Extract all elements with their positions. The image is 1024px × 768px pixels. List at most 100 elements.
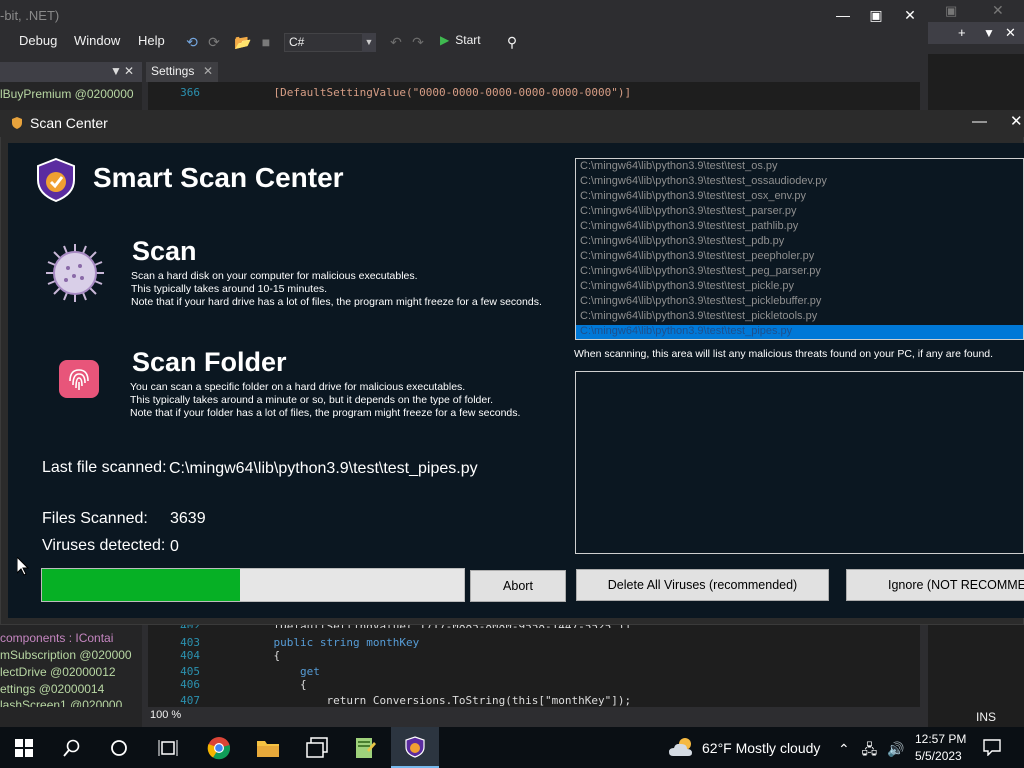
ide-titlebar [0, 0, 928, 30]
virus-icon[interactable] [44, 242, 106, 304]
file-explorer-icon[interactable] [256, 737, 280, 759]
system-tray[interactable]: ⌃ 🖧 🔊 [838, 739, 905, 763]
tree-item[interactable]: ettings @02000014 [0, 682, 104, 696]
search-icon[interactable] [63, 739, 81, 757]
code-line: get [247, 665, 320, 678]
last-file-value: C:\mingw64\lib\python3.9\test\test_pipes… [169, 460, 478, 477]
threat-list-note: When scanning, this area will list any m… [574, 348, 994, 360]
chevron-down-icon[interactable]: ▼ [362, 33, 376, 52]
task-view-icon[interactable] [158, 739, 178, 757]
ignore-button[interactable]: Ignore (NOT RECOMMENDED) [846, 569, 1024, 601]
app-windows-icon[interactable] [305, 737, 329, 759]
maximize-icon[interactable]: ▣ [861, 4, 891, 26]
notification-icon[interactable] [983, 738, 1001, 756]
scan-heading[interactable]: Scan [132, 236, 197, 267]
clock-time[interactable]: 12:57 PM [915, 732, 966, 746]
line-number: 403 [180, 636, 200, 649]
shield-check-icon [37, 158, 75, 202]
menu-help[interactable]: Help [138, 33, 165, 48]
minimize-icon[interactable]: — [972, 113, 987, 130]
navigate-forward-icon[interactable]: ⟳ [205, 34, 223, 51]
viruses-value: 0 [170, 538, 179, 555]
weather-cloudy-icon[interactable] [668, 736, 696, 758]
navigate-back-icon[interactable]: ⟲ [183, 34, 201, 51]
weather-text[interactable]: 62°F Mostly cloudy [702, 740, 820, 756]
dropdown-icon[interactable]: ▼ [983, 26, 995, 40]
tree-item[interactable]: lectDrive @02000012 [0, 665, 116, 679]
file-list-item[interactable]: C:\mingw64\lib\python3.9\test\test_pathl… [580, 220, 798, 232]
viruses-label: Viruses detected: [42, 537, 166, 554]
explorer-header: ▼ ✕ [0, 62, 142, 82]
folder-description: Note that if your folder has a lot of fi… [130, 407, 521, 419]
file-list-item[interactable]: C:\mingw64\lib\python3.9\test\test_pdb.p… [580, 235, 784, 247]
scan-description: Scan a hard disk on your computer for ma… [131, 270, 418, 282]
dropdown-icon[interactable]: ▼ [110, 64, 122, 78]
delete-all-viruses-button[interactable]: Delete All Viruses (recommended) [576, 569, 829, 601]
close-tab-icon[interactable]: ✕ [203, 64, 213, 78]
close-icon[interactable]: ✕ [895, 4, 925, 26]
file-list-item[interactable]: C:\mingw64\lib\python3.9\test\test_pickl… [580, 280, 794, 292]
progress-fill [42, 569, 241, 601]
chrome-icon[interactable] [207, 736, 231, 760]
scan-description: This typically takes around 10-15 minute… [131, 283, 328, 295]
file-list-item[interactable]: C:\mingw64\lib\python3.9\test\test_ossau… [580, 175, 827, 187]
scan-description: Note that if your hard drive has a lot o… [131, 296, 542, 308]
abort-button[interactable]: Abort [470, 570, 566, 602]
redo-icon[interactable]: ↷ [409, 34, 427, 51]
shield-icon [12, 117, 22, 129]
open-folder-icon[interactable]: 📂 [234, 34, 252, 51]
window-title: Scan Center [30, 115, 108, 131]
tree-item[interactable]: lBuyPremium @0200000 [0, 87, 134, 101]
file-list-item[interactable]: C:\mingw64\lib\python3.9\test\test_os.py [580, 160, 778, 172]
restore-icon[interactable]: ▣ [945, 3, 957, 19]
close-icon[interactable]: ✕ [124, 64, 134, 78]
chevron-up-icon[interactable]: ⌃ [838, 741, 850, 757]
notepad-plus-icon[interactable] [353, 736, 377, 760]
undo-icon[interactable]: ↶ [387, 34, 405, 51]
tree-item[interactable]: mSubscription @020000 [0, 648, 132, 662]
close-icon[interactable]: ✕ [1005, 25, 1016, 41]
close-icon[interactable]: ✕ [992, 2, 1004, 19]
folder-description: This typically takes around a minute or … [130, 394, 494, 406]
close-icon[interactable]: ✕ [1010, 112, 1023, 130]
file-list-item[interactable]: C:\mingw64\lib\python3.9\test\test_parse… [580, 205, 796, 217]
save-all-icon[interactable]: ■ [257, 34, 275, 50]
file-list-item[interactable]: C:\mingw64\lib\python3.9\test\test_peeph… [580, 250, 814, 262]
file-list-item[interactable]: C:\mingw64\lib\python3.9\test\test_peg_p… [580, 265, 821, 277]
network-icon[interactable]: 🖧 [862, 741, 878, 757]
zoom-level[interactable]: 100 % [150, 709, 181, 721]
line-number: 407 [180, 694, 200, 707]
volume-icon[interactable]: 🔊 [887, 741, 904, 757]
ide-title: -bit, .NET) [0, 8, 60, 23]
minimize-icon[interactable]: — [828, 4, 858, 26]
start-button[interactable]: ▶ Start [440, 33, 481, 47]
file-list-item[interactable]: C:\mingw64\lib\python3.9\test\test_pickl… [580, 295, 821, 307]
menu-debug[interactable]: Debug [19, 33, 57, 48]
tree-item[interactable]: lashScreen1 @020000 [0, 698, 122, 707]
scan-progress-bar [41, 568, 465, 602]
files-scanned-label: Files Scanned: [42, 510, 148, 527]
search-icon[interactable]: ⚲ [503, 34, 521, 51]
scan-folder-heading[interactable]: Scan Folder [132, 347, 287, 378]
file-list-item[interactable]: C:\mingw64\lib\python3.9\test\test_pickl… [580, 310, 817, 322]
selected-file-row[interactable]: C:\mingw64\lib\python3.9\test\test_pipes… [576, 325, 1023, 339]
fingerprint-icon[interactable] [58, 359, 100, 399]
tab-settings[interactable]: Settings ✕ [146, 62, 218, 82]
clock-date[interactable]: 5/5/2023 [915, 749, 962, 763]
mouse-cursor-icon [17, 557, 29, 576]
line-number: 366 [180, 86, 200, 99]
tree-item[interactable]: components : IContai [0, 631, 113, 645]
code-line: [DefaultSettingValue("0000-0000-0000-000… [247, 86, 632, 99]
line-number: 405 [180, 665, 200, 678]
line-number: 404 [180, 649, 200, 662]
scanned-files-list[interactable]: C:\mingw64\lib\python3.9\test\test_os.py… [575, 158, 1024, 340]
threat-list[interactable] [575, 371, 1024, 554]
menu-window[interactable]: Window [74, 33, 120, 48]
files-scanned-value: 3639 [170, 510, 206, 527]
plus-icon[interactable]: + [958, 25, 966, 40]
app-title: Smart Scan Center [93, 162, 344, 193]
cortana-icon[interactable] [110, 739, 128, 757]
file-list-item[interactable]: C:\mingw64\lib\python3.9\test\test_osx_e… [580, 190, 806, 202]
windows-start-icon[interactable] [15, 739, 33, 757]
shield-icon [405, 736, 425, 758]
